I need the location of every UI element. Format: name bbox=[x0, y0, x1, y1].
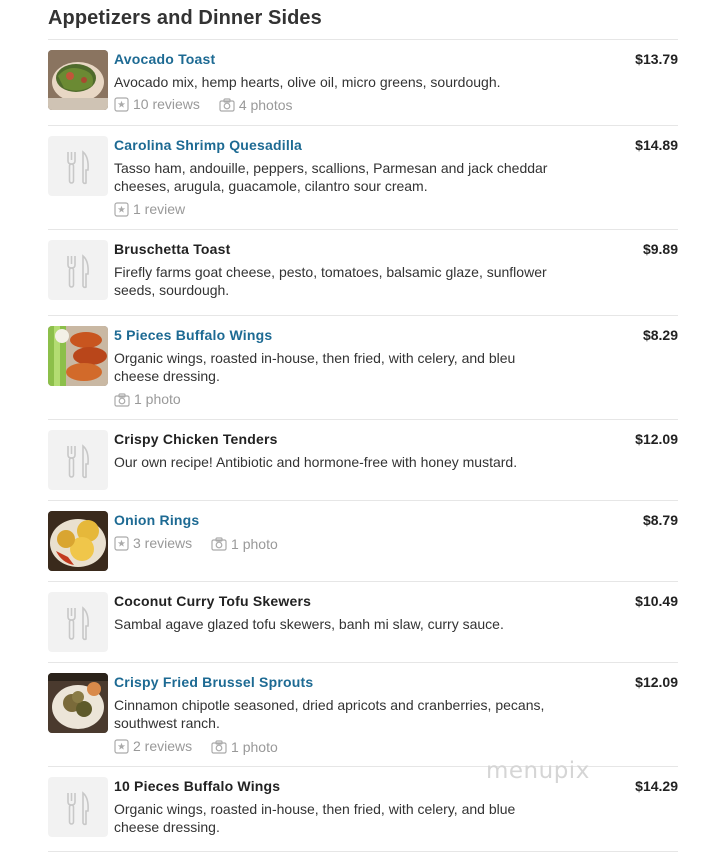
camera-icon bbox=[211, 740, 227, 754]
camera-icon bbox=[219, 98, 235, 112]
review-star-icon bbox=[114, 202, 129, 217]
item-placeholder bbox=[48, 430, 108, 490]
item-meta: 2 reviews 1 photo bbox=[114, 738, 293, 758]
item-name: Bruschetta Toast bbox=[114, 241, 231, 257]
item-description: Our own recipe! Antibiotic and hormone-f… bbox=[114, 454, 518, 470]
divider bbox=[48, 851, 678, 852]
item-description: Firefly farms goat cheese, pesto, tomato… bbox=[114, 264, 547, 298]
item-price: $12.09 bbox=[635, 431, 678, 447]
item-name: Coconut Curry Tofu Skewers bbox=[114, 593, 312, 609]
photos-count: 1 photo bbox=[231, 535, 278, 552]
item-price: $14.29 bbox=[635, 778, 678, 794]
item-price: $8.79 bbox=[642, 512, 678, 528]
section-title: Appetizers and Dinner Sides bbox=[48, 7, 322, 29]
reviews-count: 3 reviews bbox=[133, 535, 193, 551]
reviews-count: 2 reviews bbox=[133, 738, 193, 754]
item-placeholder bbox=[48, 136, 108, 196]
fork-knife-icon bbox=[67, 254, 89, 289]
item-name: Crispy Chicken Tenders bbox=[114, 431, 278, 447]
item-price: $8.29 bbox=[642, 327, 678, 343]
photos-link[interactable]: 1 photo bbox=[211, 739, 278, 756]
divider bbox=[48, 125, 678, 126]
photos-count: 1 photo bbox=[134, 391, 181, 407]
divider bbox=[48, 500, 678, 501]
item-name[interactable]: Carolina Shrimp Quesadilla bbox=[114, 137, 302, 154]
divider bbox=[48, 662, 678, 663]
reviews-link[interactable]: 3 reviews bbox=[114, 535, 192, 552]
item-price: $13.79 bbox=[635, 51, 678, 67]
fork-knife-icon bbox=[67, 444, 89, 479]
item-price: $14.89 bbox=[635, 137, 678, 153]
item-name[interactable]: Avocado Toast bbox=[114, 51, 215, 68]
item-description: Avocado mix, hemp hearts, olive oil, mic… bbox=[114, 74, 501, 90]
item-placeholder bbox=[48, 592, 108, 652]
photos-link[interactable]: 1 photo bbox=[211, 536, 278, 553]
item-photo[interactable] bbox=[48, 511, 108, 571]
photos-link[interactable]: 4 photos bbox=[219, 97, 293, 114]
item-description: Organic wings, roasted in-house, then fr… bbox=[114, 801, 516, 835]
item-name: 10 Pieces Buffalo Wings bbox=[114, 778, 281, 794]
watermark: menupix bbox=[486, 758, 590, 784]
item-meta: 1 review bbox=[114, 201, 200, 221]
item-price: $10.49 bbox=[635, 593, 678, 609]
review-star-icon bbox=[114, 536, 129, 551]
reviews-link[interactable]: 2 reviews bbox=[114, 738, 192, 755]
reviews-link[interactable]: 10 reviews bbox=[114, 96, 200, 113]
item-placeholder bbox=[48, 777, 108, 837]
review-star-icon bbox=[114, 97, 129, 112]
photos-count: 1 photo bbox=[231, 738, 278, 755]
item-description: Tasso ham, andouille, peppers, scallions… bbox=[114, 160, 548, 194]
photos-count: 4 photos bbox=[238, 96, 293, 113]
item-meta: 3 reviews 1 photo bbox=[114, 535, 293, 555]
item-description: Cinnamon chipotle seasoned, dried aprico… bbox=[114, 697, 545, 731]
divider bbox=[48, 39, 678, 40]
reviews-count: 10 reviews bbox=[133, 96, 200, 112]
photos-link[interactable]: 1 photo bbox=[114, 391, 181, 408]
item-meta: 1 photo bbox=[114, 391, 196, 411]
fork-knife-icon bbox=[67, 150, 89, 185]
item-price: $12.09 bbox=[635, 674, 678, 690]
divider bbox=[48, 581, 678, 582]
reviews-count: 1 review bbox=[133, 201, 186, 217]
camera-icon bbox=[211, 537, 227, 551]
item-description: Sambal agave glazed tofu skewers, banh m… bbox=[114, 616, 504, 632]
item-placeholder bbox=[48, 240, 108, 300]
camera-icon bbox=[114, 392, 130, 407]
item-meta: 10 reviews 4 photos bbox=[114, 96, 308, 116]
fork-knife-icon bbox=[67, 606, 89, 641]
item-photo[interactable] bbox=[48, 50, 108, 110]
item-description: Organic wings, roasted in-house, then fr… bbox=[114, 350, 516, 384]
review-star-icon bbox=[114, 739, 129, 754]
item-photo[interactable] bbox=[48, 673, 108, 733]
item-name[interactable]: Onion Rings bbox=[114, 512, 199, 529]
item-price: $9.89 bbox=[642, 241, 678, 257]
reviews-link[interactable]: 1 review bbox=[114, 201, 185, 218]
divider bbox=[48, 315, 678, 316]
item-photo[interactable] bbox=[48, 326, 108, 386]
divider bbox=[48, 229, 678, 230]
item-name[interactable]: 5 Pieces Buffalo Wings bbox=[114, 327, 272, 344]
item-name[interactable]: Crispy Fried Brussel Sprouts bbox=[114, 674, 313, 691]
divider bbox=[48, 419, 678, 420]
fork-knife-icon bbox=[67, 791, 89, 826]
